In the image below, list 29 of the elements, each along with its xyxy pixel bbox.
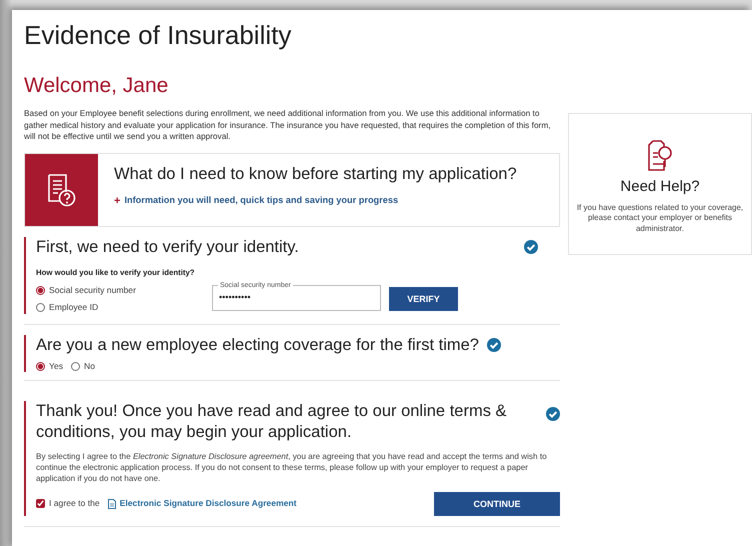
radio-button[interactable] xyxy=(36,362,45,371)
continue-button[interactable]: CONTINUE xyxy=(434,492,560,516)
welcome-heading: Welcome, Jane xyxy=(24,73,170,98)
plus-icon: + xyxy=(114,192,120,210)
section-heading: Thank you! Once you have read and agree to our online terms & conditions, you may begin your application. xyxy=(36,401,508,443)
help-title: Need Help? xyxy=(619,177,701,198)
agree-checkbox[interactable] xyxy=(36,499,45,508)
terms-paragraph: By selecting I agree to the Electronic Signature Disclosure agreement, you are agreeing that you have read and accept the terms and wish to continue the electronic application process. If you do not consent to these terms, please follow up with your employer to request a paper application if you do not have one. xyxy=(36,450,548,484)
radio-button[interactable] xyxy=(36,303,45,312)
info-link[interactable]: Information you will need, quick tips and saving your progress xyxy=(124,194,398,208)
page-title: Evidence of Insurability xyxy=(24,20,292,52)
document-search-icon xyxy=(647,140,673,172)
section-heading: First, we need to verify your identity. xyxy=(36,236,299,258)
document-icon xyxy=(108,498,116,509)
section-heading: Are you a new employee electing coverage for the first time? xyxy=(36,334,479,356)
field-value: •••••••••• xyxy=(218,291,252,304)
radio-button[interactable] xyxy=(36,286,45,296)
radio-button[interactable] xyxy=(71,362,80,371)
document-question-icon xyxy=(46,172,76,207)
option-label: Yes xyxy=(49,360,64,372)
option-label: Social security number xyxy=(49,284,136,298)
agreement-link[interactable]: Electronic Signature Disclosure Agreement xyxy=(120,497,297,510)
agree-label: I agree to the xyxy=(49,497,100,510)
verify-button[interactable]: VERIFY xyxy=(389,287,458,312)
option-label: Employee ID xyxy=(49,301,98,314)
help-text: If you have questions related to your coverage, please contact your employer or benefits administrator. xyxy=(576,202,744,234)
option-label: No xyxy=(84,360,96,372)
info-heading: What do I need to know before starting my application? xyxy=(114,164,517,185)
intro-paragraph: Based on your Employee benefit selections during enrollment, we need additional information from you. We use this additional information to gather medical history and evaluate your application for insurance. The insurance you have requested, that requires the completion of this form, will not be effective until we send you a written approval. xyxy=(24,108,552,143)
